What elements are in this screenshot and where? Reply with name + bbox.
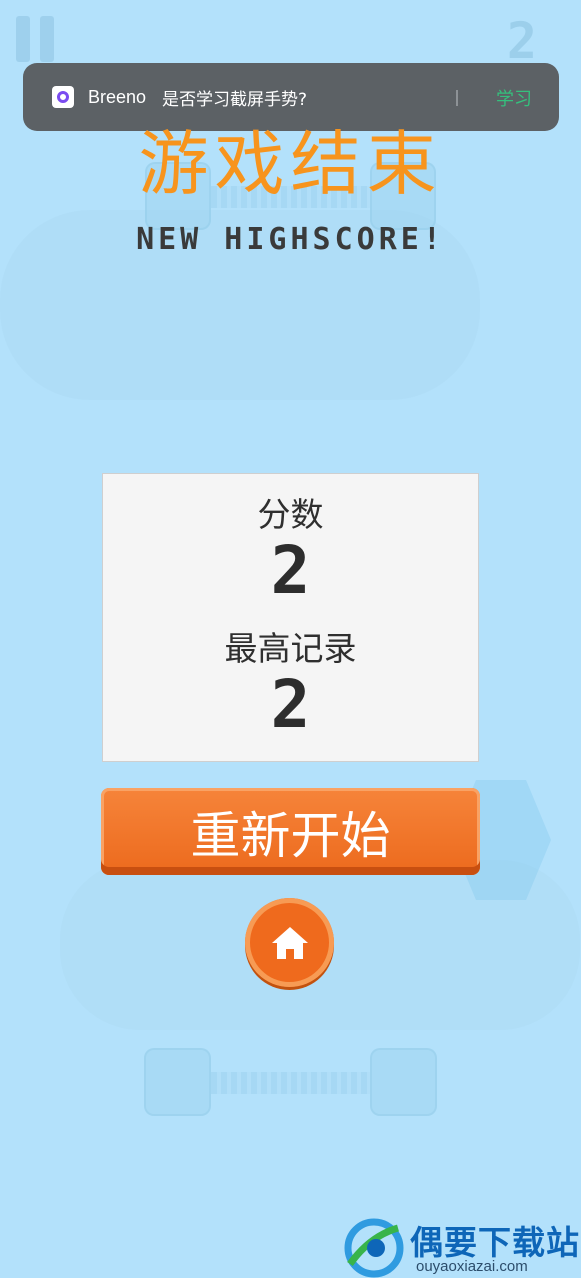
notification-message: 是否学习截屏手势? xyxy=(162,89,308,110)
restart-button[interactable]: 重新开始 xyxy=(101,788,480,875)
home-icon xyxy=(271,926,308,959)
home-button[interactable] xyxy=(245,898,334,987)
background-bar xyxy=(211,1072,370,1094)
game-over-title: 游戏结束 xyxy=(138,123,443,205)
score-label: 分数 xyxy=(257,495,324,534)
pause-icon[interactable] xyxy=(16,16,56,62)
watermark-title: 偶要下载站 xyxy=(410,1223,580,1262)
best-value: 2 xyxy=(270,666,311,743)
watermark-url: ouyaoxiazai.com xyxy=(416,1258,528,1275)
notification-divider xyxy=(456,90,458,106)
best-label: 最高记录 xyxy=(224,629,357,668)
new-highscore-label: NEW HIGHSCORE! xyxy=(136,222,445,257)
background-block xyxy=(144,1048,211,1116)
breeno-icon xyxy=(52,86,74,108)
watermark: 偶要下载站 ouyaoxiazai.com xyxy=(340,1210,580,1278)
score-panel: 分数 2 最高记录 2 xyxy=(102,473,479,762)
background-block xyxy=(370,1048,437,1116)
watermark-logo-icon xyxy=(344,1218,404,1278)
score-value: 2 xyxy=(270,532,311,609)
hud-score: 2 xyxy=(506,12,537,70)
notification-app-name: Breeno xyxy=(88,86,147,107)
